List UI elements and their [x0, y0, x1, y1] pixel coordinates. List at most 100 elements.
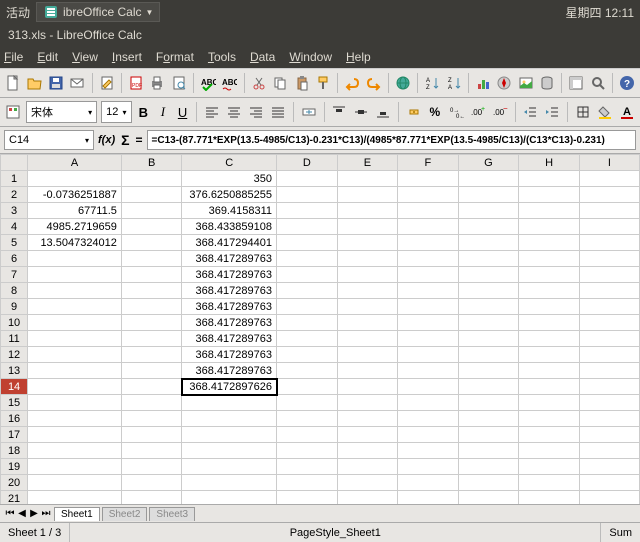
- row-header[interactable]: 10: [1, 315, 28, 331]
- menu-tools[interactable]: Tools: [208, 50, 236, 64]
- styles-button[interactable]: [4, 101, 22, 123]
- cell[interactable]: [28, 315, 122, 331]
- cell[interactable]: [458, 251, 519, 267]
- cell[interactable]: [28, 411, 122, 427]
- sheet-tab-1[interactable]: Sheet1: [54, 507, 100, 521]
- cell[interactable]: [519, 491, 580, 505]
- cell[interactable]: [579, 379, 639, 395]
- cell[interactable]: [458, 427, 519, 443]
- cell[interactable]: [458, 283, 519, 299]
- activity-label[interactable]: 活动: [6, 4, 30, 21]
- cell[interactable]: [337, 203, 398, 219]
- datasources-button[interactable]: [538, 72, 556, 94]
- cell[interactable]: [121, 219, 182, 235]
- new-button[interactable]: [4, 72, 22, 94]
- cell[interactable]: 368.433859108: [182, 219, 277, 235]
- cell[interactable]: 4985.2719659: [28, 219, 122, 235]
- tab-last-button[interactable]: ⏭: [40, 508, 52, 519]
- cell[interactable]: [28, 475, 122, 491]
- cell[interactable]: [277, 299, 338, 315]
- cell[interactable]: [277, 475, 338, 491]
- cell[interactable]: [579, 427, 639, 443]
- cell[interactable]: [28, 347, 122, 363]
- cell[interactable]: [458, 203, 519, 219]
- row-header[interactable]: 12: [1, 347, 28, 363]
- cell[interactable]: [398, 427, 458, 443]
- cell[interactable]: [579, 395, 639, 411]
- cell[interactable]: [579, 363, 639, 379]
- spreadsheet-grid[interactable]: ABCDEFGHI13502-0.0736251887376.625088525…: [0, 154, 640, 504]
- cell[interactable]: [28, 171, 122, 187]
- cell[interactable]: [519, 235, 580, 251]
- cell[interactable]: [579, 443, 639, 459]
- cell[interactable]: [337, 251, 398, 267]
- align-right-button[interactable]: [247, 101, 265, 123]
- column-header[interactable]: D: [277, 155, 338, 171]
- cell[interactable]: [398, 315, 458, 331]
- cell[interactable]: [519, 251, 580, 267]
- cell[interactable]: 368.417289763: [182, 267, 277, 283]
- cell[interactable]: [398, 283, 458, 299]
- cell[interactable]: [337, 427, 398, 443]
- cell[interactable]: [277, 267, 338, 283]
- cell[interactable]: [519, 315, 580, 331]
- row-header[interactable]: 7: [1, 267, 28, 283]
- cell[interactable]: [398, 299, 458, 315]
- edit-file-button[interactable]: [98, 72, 116, 94]
- cell[interactable]: [28, 267, 122, 283]
- column-header[interactable]: H: [519, 155, 580, 171]
- cell[interactable]: [182, 443, 277, 459]
- cell[interactable]: [28, 283, 122, 299]
- cell[interactable]: 368.417289763: [182, 283, 277, 299]
- cell[interactable]: [579, 411, 639, 427]
- cell[interactable]: [121, 363, 182, 379]
- cell[interactable]: [337, 171, 398, 187]
- undo-button[interactable]: [343, 72, 361, 94]
- fontcolor-button[interactable]: A: [618, 101, 636, 123]
- equals-button[interactable]: =: [136, 133, 143, 147]
- cell[interactable]: [28, 363, 122, 379]
- font-size-select[interactable]: 12 ▾: [101, 101, 131, 123]
- cell[interactable]: [519, 283, 580, 299]
- sort-asc-button[interactable]: AZ: [423, 72, 441, 94]
- row-header[interactable]: 21: [1, 491, 28, 505]
- cell[interactable]: [121, 299, 182, 315]
- cell[interactable]: [398, 331, 458, 347]
- cut-button[interactable]: [250, 72, 268, 94]
- cell[interactable]: [458, 379, 519, 395]
- cell[interactable]: [398, 203, 458, 219]
- cell[interactable]: [277, 347, 338, 363]
- font-name-select[interactable]: 宋体 ▾: [26, 101, 97, 123]
- cell[interactable]: [337, 443, 398, 459]
- pdf-button[interactable]: PDF: [127, 72, 145, 94]
- column-header[interactable]: F: [398, 155, 458, 171]
- cell[interactable]: [519, 427, 580, 443]
- add-decimal-button[interactable]: .00+: [469, 101, 487, 123]
- save-button[interactable]: [47, 72, 65, 94]
- cell[interactable]: 368.417289763: [182, 315, 277, 331]
- cell[interactable]: [28, 491, 122, 505]
- cell[interactable]: [337, 395, 398, 411]
- cell[interactable]: [519, 267, 580, 283]
- app-menu[interactable]: ibreOffice Calc ▼: [36, 2, 160, 22]
- cell[interactable]: [458, 315, 519, 331]
- cell[interactable]: [458, 411, 519, 427]
- cell[interactable]: [121, 491, 182, 505]
- cell[interactable]: [121, 347, 182, 363]
- cell[interactable]: [458, 491, 519, 505]
- column-header[interactable]: A: [28, 155, 122, 171]
- cell[interactable]: [277, 459, 338, 475]
- menu-help[interactable]: Help: [346, 50, 371, 64]
- email-button[interactable]: [68, 72, 86, 94]
- redo-button[interactable]: [364, 72, 382, 94]
- valign-top-button[interactable]: [330, 101, 348, 123]
- row-header[interactable]: 9: [1, 299, 28, 315]
- cell[interactable]: [337, 235, 398, 251]
- cell[interactable]: [28, 251, 122, 267]
- cell[interactable]: [458, 347, 519, 363]
- cell[interactable]: [121, 267, 182, 283]
- dec-indent-button[interactable]: [521, 101, 539, 123]
- cell[interactable]: [398, 491, 458, 505]
- cell[interactable]: [458, 475, 519, 491]
- cell[interactable]: [337, 475, 398, 491]
